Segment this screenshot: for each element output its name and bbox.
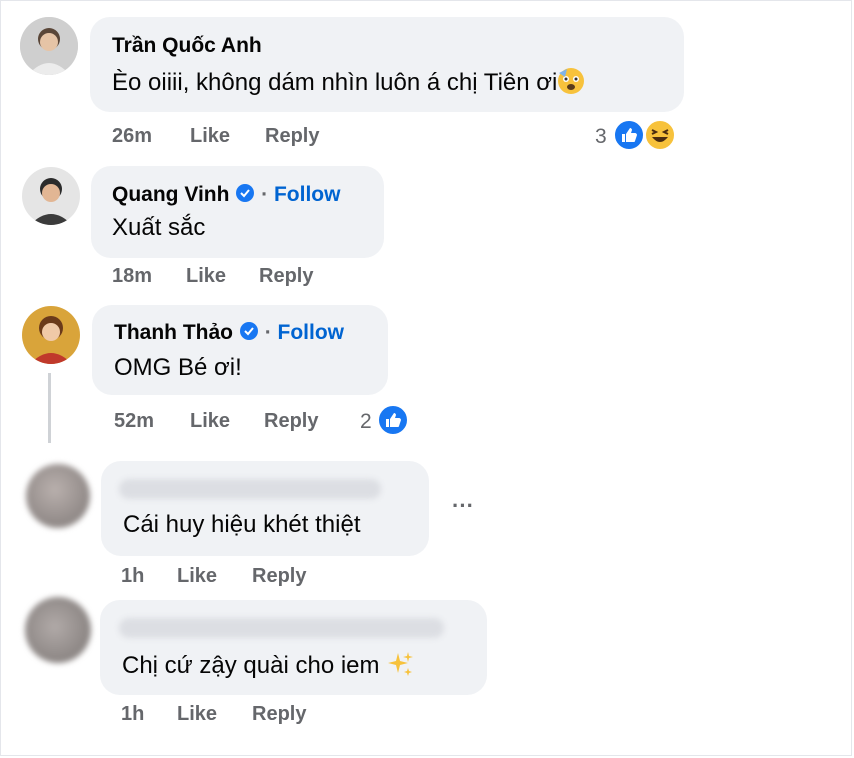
like-button[interactable]: Like <box>177 565 217 588</box>
reply-button[interactable]: Reply <box>264 410 318 433</box>
commenter-name-blurred <box>119 479 381 499</box>
avatar-blurred[interactable] <box>26 464 90 528</box>
follow-button[interactable]: Follow <box>274 183 341 206</box>
cold-sweat-emoji-icon <box>558 68 585 94</box>
avatar-quang-vinh[interactable] <box>22 167 80 225</box>
comment-bubble <box>100 600 487 695</box>
like-button[interactable]: Like <box>186 265 226 288</box>
reply-button[interactable]: Reply <box>259 265 313 288</box>
commenter-name-blurred <box>119 618 444 638</box>
commenter-name: Thanh Thảo · Follow <box>114 321 344 345</box>
comment-text: OMG Bé ơi! <box>114 354 242 381</box>
avatar-blurred[interactable] <box>25 597 91 663</box>
reply-button[interactable]: Reply <box>252 565 306 588</box>
commenter-name[interactable]: Trần Quốc Anh <box>112 34 262 58</box>
commenter-name: Quang Vinh · Follow <box>112 183 340 207</box>
comment-text: Xuất sắc <box>112 214 206 241</box>
more-options-icon[interactable]: ··· <box>452 493 474 519</box>
haha-reaction-icon[interactable] <box>644 119 676 151</box>
reply-button[interactable]: Reply <box>265 125 319 148</box>
reaction-count[interactable]: 3 <box>595 125 607 149</box>
comment-bubble <box>91 166 384 258</box>
reaction-count[interactable]: 2 <box>360 410 372 434</box>
like-button[interactable]: Like <box>190 410 230 433</box>
follow-button[interactable]: Follow <box>278 321 345 344</box>
comment-text: Cái huy hiệu khét thiệt <box>123 511 361 538</box>
comment-time[interactable]: 52m <box>114 410 154 433</box>
like-button[interactable]: Like <box>190 125 230 148</box>
verified-badge-icon <box>236 184 255 202</box>
like-button[interactable]: Like <box>177 703 217 726</box>
comment-time[interactable]: 1h <box>121 565 144 588</box>
like-reaction-icon[interactable] <box>613 119 645 151</box>
reply-button[interactable]: Reply <box>252 703 306 726</box>
reply-thread-line <box>48 373 51 443</box>
commenter-name-link[interactable]: Thanh Thảo <box>114 321 233 344</box>
comment-text: Èo oiiii, không dám nhìn luôn á chị Tiên… <box>112 67 585 97</box>
avatar-thanh-thao[interactable] <box>22 306 80 364</box>
comment-bubble <box>90 17 684 112</box>
comment-time[interactable]: 1h <box>121 703 144 726</box>
comment-time[interactable]: 26m <box>112 125 152 148</box>
comment-bubble <box>101 461 429 556</box>
verified-badge-icon <box>239 322 258 340</box>
separator-dot: · <box>264 321 272 344</box>
avatar-tran-quoc-anh[interactable] <box>20 17 78 75</box>
comment-panel: Trần Quốc Anh Èo oiiii, không dám nhìn l… <box>0 0 852 756</box>
like-reaction-icon[interactable] <box>377 404 409 436</box>
separator-dot: · <box>261 183 269 206</box>
sparkles-emoji-icon <box>388 652 414 676</box>
commenter-name-link[interactable]: Quang Vinh <box>112 183 229 206</box>
comment-time[interactable]: 18m <box>112 265 152 288</box>
comment-text: Chị cứ zậy quài cho iem <box>122 650 414 680</box>
